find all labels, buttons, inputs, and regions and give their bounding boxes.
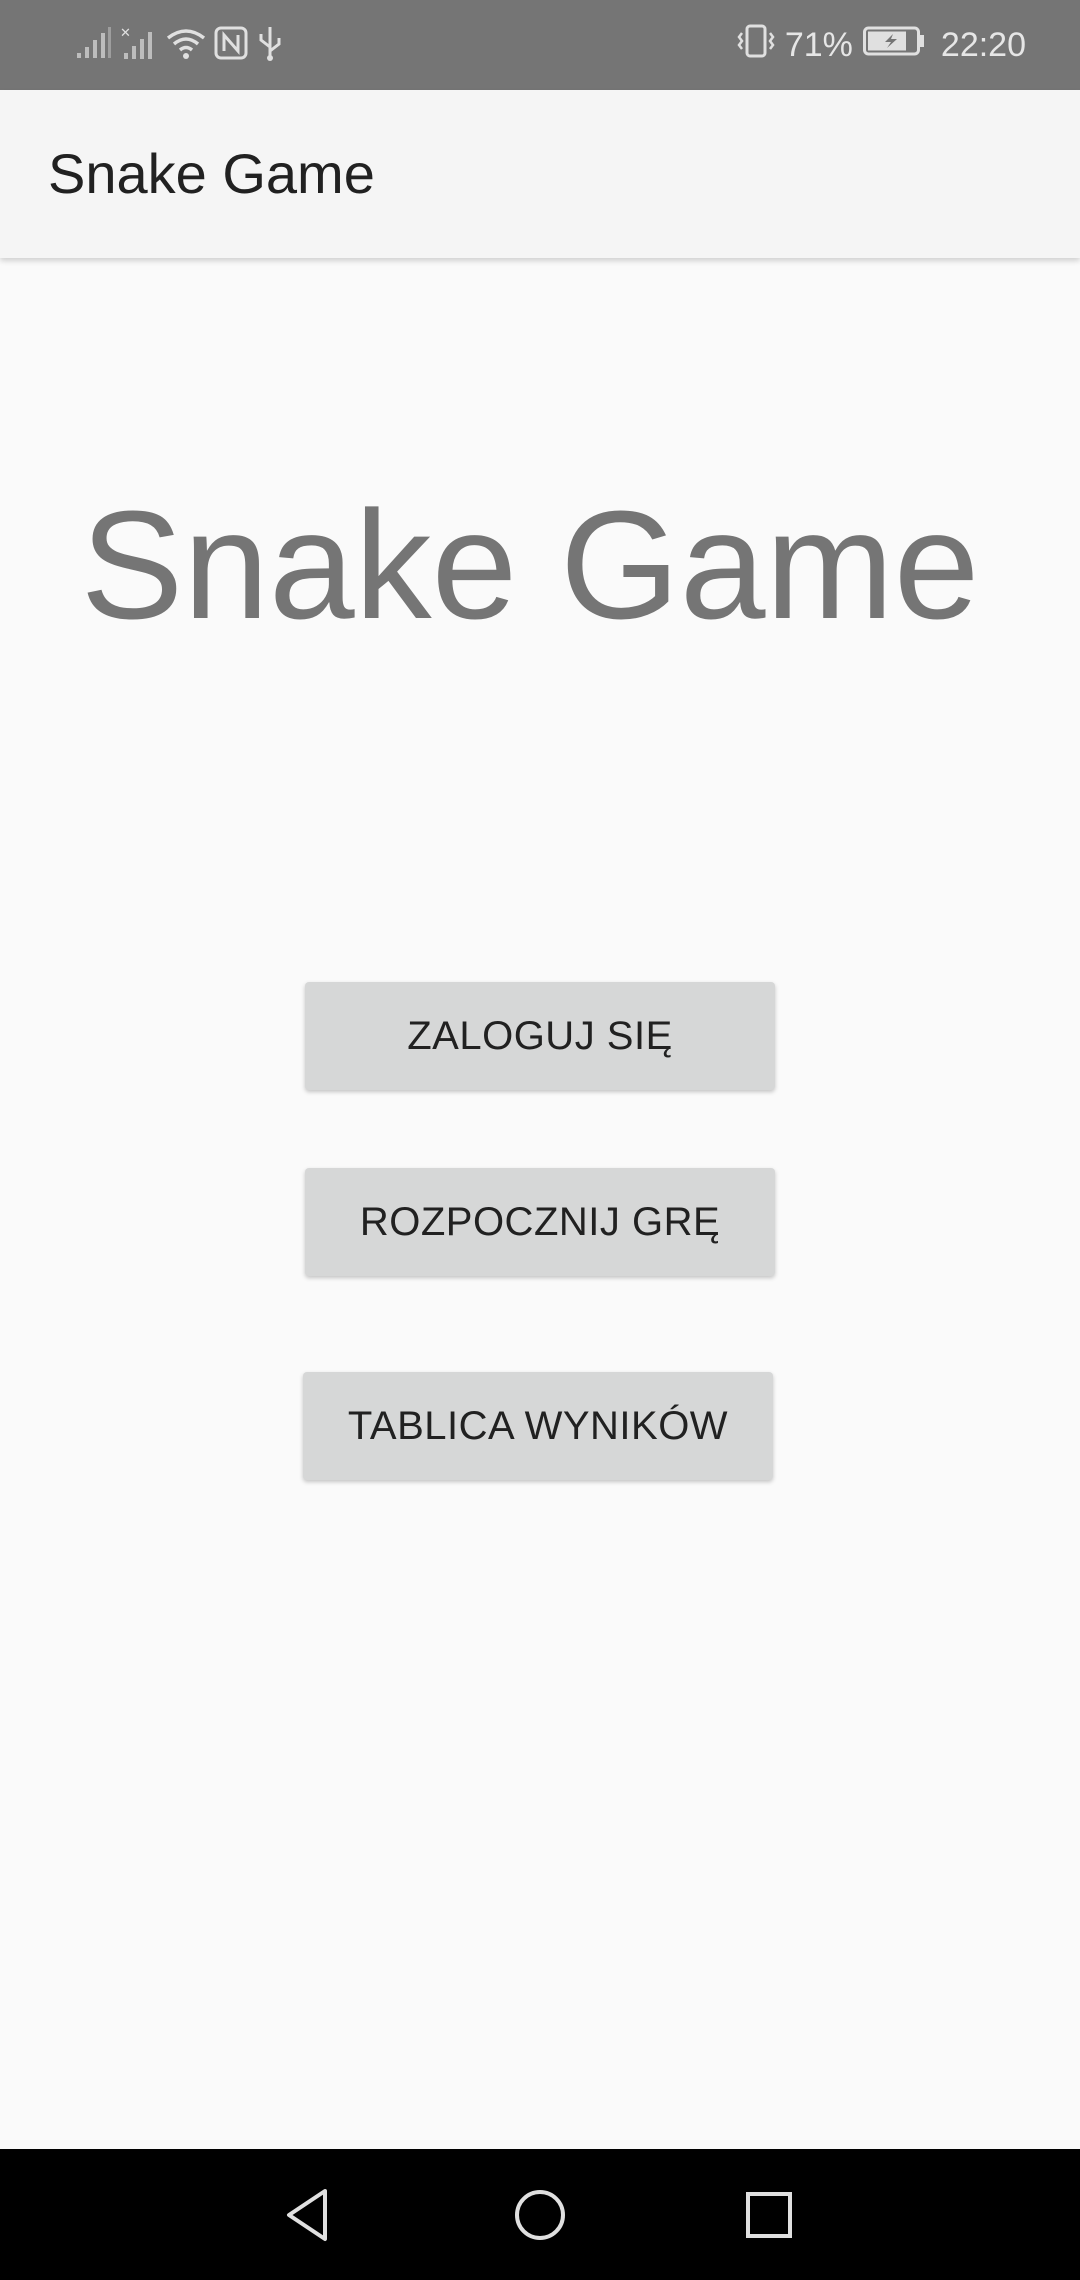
navigation-bar (0, 2149, 1080, 2280)
wifi-icon (166, 26, 206, 65)
screen: ✕ 71% 22:20 Snake Game Snake Game ZALOGU… (0, 0, 1080, 2280)
vibrate-icon (737, 23, 775, 68)
app-bar-title: Snake Game (48, 142, 375, 205)
page-title: Snake Game (80, 479, 980, 651)
svg-text:✕: ✕ (120, 26, 131, 41)
recents-icon[interactable] (733, 2179, 805, 2251)
nfc-icon (214, 26, 248, 65)
back-icon[interactable] (273, 2179, 345, 2251)
status-bar: ✕ 71% 22:20 (0, 0, 1080, 90)
battery-percent: 71% (784, 25, 853, 64)
signal-icon (76, 26, 112, 64)
app-bar: Snake Game (0, 90, 1080, 258)
start-game-button[interactable]: ROZPOCZNIJ GRĘ (305, 1168, 775, 1276)
clock: 22:20 (940, 25, 1026, 64)
usb-icon (256, 25, 284, 66)
scoreboard-button[interactable]: TABLICA WYNIKÓW (303, 1372, 773, 1480)
no-signal-icon: ✕ (120, 26, 158, 65)
battery-charging-icon (862, 26, 925, 65)
home-icon[interactable] (504, 2179, 576, 2251)
login-button[interactable]: ZALOGUJ SIĘ (305, 982, 775, 1090)
status-icons-left: ✕ (76, 22, 284, 68)
status-icons-right: 71% 22:20 (737, 22, 1026, 68)
